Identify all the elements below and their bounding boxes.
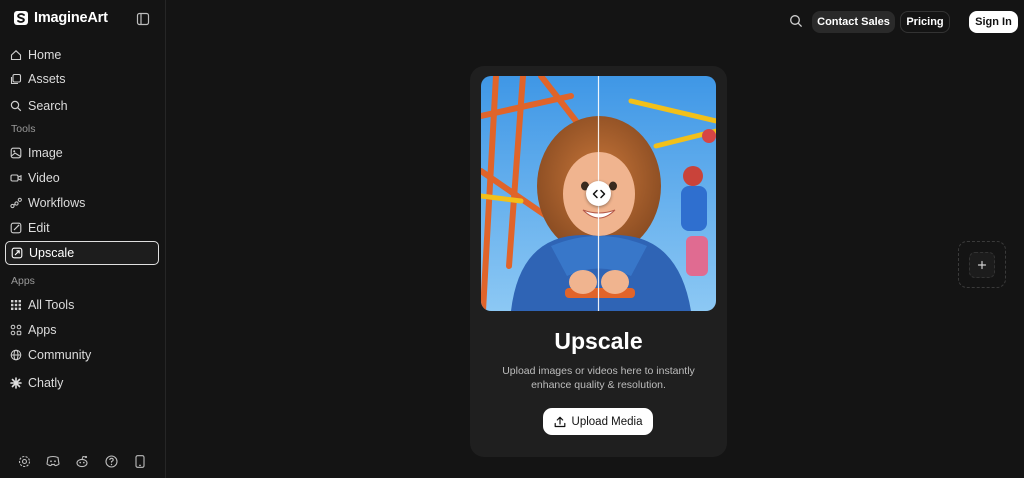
- sidebar-item-home[interactable]: Home: [5, 43, 159, 67]
- search-icon: [10, 100, 22, 112]
- sidebar-item-label: Image: [28, 146, 63, 160]
- compare-slider-handle[interactable]: [586, 181, 611, 206]
- upload-media-button[interactable]: Upload Media: [543, 408, 653, 435]
- upscale-card: Upscale Upload images or videos here to …: [470, 66, 727, 457]
- discord-icon[interactable]: [46, 454, 60, 468]
- sidebar-item-label: All Tools: [28, 298, 75, 312]
- sidebar-toggle-icon[interactable]: [136, 12, 150, 26]
- upscale-description: Upload images or videos here to instantl…: [502, 365, 695, 391]
- apps-icon: [10, 324, 22, 336]
- contact-sales-button[interactable]: Contact Sales: [812, 11, 895, 33]
- sidebar-item-apps[interactable]: Apps: [5, 318, 159, 342]
- sidebar-item-label: Home: [28, 48, 62, 62]
- assets-icon: [10, 73, 22, 85]
- sidebar-item-label: Video: [28, 171, 60, 185]
- sidebar-item-label: Upscale: [29, 246, 75, 260]
- apps-section-label: Apps: [11, 275, 35, 287]
- sidebar-footer: [17, 454, 147, 468]
- sidebar-item-video[interactable]: Video: [5, 166, 159, 190]
- grid-icon: [10, 299, 22, 311]
- sidebar-item-label: Workflows: [28, 196, 86, 210]
- brand-name: ImagineArt: [34, 10, 108, 26]
- edit-icon: [10, 222, 22, 234]
- reddit-icon[interactable]: [75, 454, 89, 468]
- upscale-icon: [11, 247, 23, 259]
- sidebar-item-label: Apps: [28, 323, 57, 337]
- add-media-button[interactable]: [958, 241, 1006, 288]
- sidebar-item-label: Chatly: [28, 376, 64, 390]
- workflows-icon: [10, 197, 22, 209]
- sign-in-button[interactable]: Sign In: [969, 11, 1018, 33]
- sidebar-item-label: Search: [28, 99, 68, 113]
- sidebar-item-chatly[interactable]: Chatly: [5, 371, 159, 395]
- mobile-icon[interactable]: [133, 454, 147, 468]
- sidebar-item-community[interactable]: Community: [5, 343, 159, 367]
- image-icon: [10, 147, 22, 159]
- sidebar-item-workflows[interactable]: Workflows: [5, 191, 159, 215]
- upload-icon: [554, 416, 566, 428]
- sidebar-item-label: Assets: [28, 72, 66, 86]
- sidebar-item-image[interactable]: Image: [5, 141, 159, 165]
- sidebar-item-upscale[interactable]: Upscale: [5, 241, 159, 265]
- sidebar-item-assets[interactable]: Assets: [5, 67, 159, 91]
- help-icon[interactable]: [104, 454, 118, 468]
- sidebar: ImagineArt Home Assets Search Tools Imag…: [0, 0, 166, 478]
- home-icon: [10, 49, 22, 61]
- settings-icon[interactable]: [17, 454, 31, 468]
- video-icon: [10, 172, 22, 184]
- pricing-button[interactable]: Pricing: [900, 11, 950, 33]
- chatly-icon: [10, 377, 22, 389]
- sidebar-item-label: Edit: [28, 221, 50, 235]
- globe-icon: [10, 349, 22, 361]
- upload-media-label: Upload Media: [571, 415, 643, 428]
- brand[interactable]: ImagineArt: [13, 10, 108, 26]
- before-after-preview-image[interactable]: [481, 76, 716, 311]
- app-root: ImagineArt Home Assets Search Tools Imag…: [0, 0, 1024, 478]
- imagineart-logo-icon: [13, 10, 29, 26]
- sidebar-item-edit[interactable]: Edit: [5, 216, 159, 240]
- plus-icon: [969, 251, 995, 278]
- sidebar-item-all-tools[interactable]: All Tools: [5, 293, 159, 317]
- header-search-icon[interactable]: [789, 14, 803, 28]
- tools-section-label: Tools: [11, 123, 36, 135]
- sidebar-item-label: Community: [28, 348, 92, 362]
- upscale-title: Upscale: [554, 328, 643, 354]
- sidebar-item-search[interactable]: Search: [5, 94, 159, 118]
